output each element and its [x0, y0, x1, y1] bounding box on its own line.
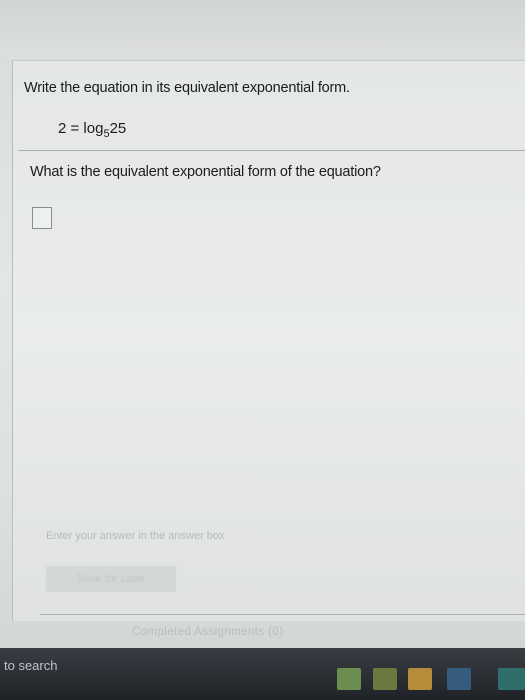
completed-assignments-link[interactable]: Completed Assignments (0) [132, 626, 283, 638]
panel-bottom-border [40, 614, 525, 615]
equation-base: 5 [103, 128, 110, 140]
shopping-bag-icon[interactable] [408, 668, 432, 690]
question-prompt: What is the equivalent exponential form … [30, 164, 381, 180]
screen: Write the equation in its equivalent exp… [0, 0, 525, 700]
equation-left: 2 = log [58, 120, 104, 137]
equation: 2 = log525 [58, 120, 127, 140]
answer-hint: Enter your answer in the answer box [46, 530, 225, 542]
top-band [0, 0, 525, 58]
save-for-later-button[interactable]: Save for Later [46, 566, 176, 592]
question-instruction: Write the equation in its equivalent exp… [24, 80, 350, 96]
divider [18, 150, 525, 151]
answer-input-box[interactable] [32, 207, 52, 229]
taskbar-search[interactable]: to search [4, 658, 57, 673]
file-explorer-icon[interactable] [373, 668, 397, 690]
store-icon[interactable] [337, 668, 361, 690]
equation-arg: 25 [109, 120, 127, 137]
mail-icon[interactable] [447, 668, 471, 690]
app-icon[interactable] [498, 668, 525, 690]
